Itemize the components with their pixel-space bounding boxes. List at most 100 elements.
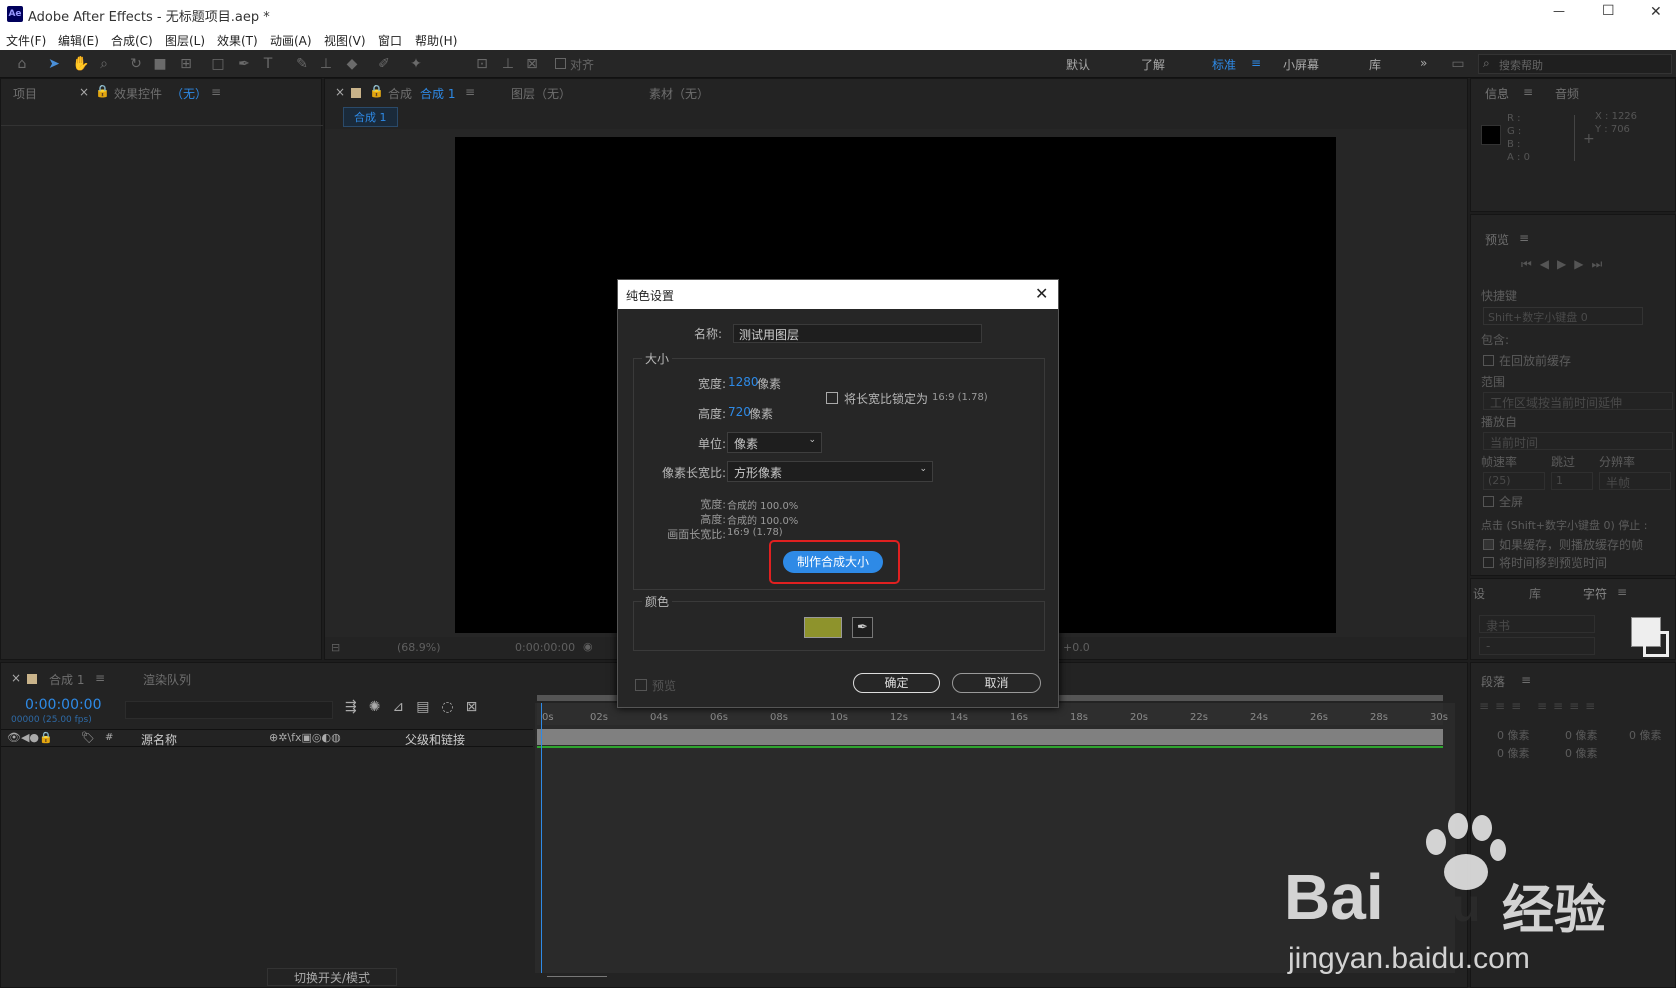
- lock-icon[interactable]: 🔒: [95, 84, 110, 98]
- cancel-button[interactable]: 取消: [952, 673, 1041, 693]
- range-select[interactable]: 工作区域按当前时间延伸: [1483, 392, 1673, 410]
- workspace-menu-icon[interactable]: ≡: [1251, 56, 1261, 70]
- tab-composition[interactable]: 合成: [388, 85, 412, 102]
- tab-timeline-comp[interactable]: 合成 1: [49, 671, 84, 688]
- tab-character[interactable]: 字符: [1583, 585, 1607, 602]
- camera-icon[interactable]: ◉: [583, 640, 593, 653]
- timeline-switch-icons[interactable]: ⇶✺⊿▤◌⊠: [345, 699, 489, 715]
- tab-render-queue[interactable]: 渲染队列: [143, 671, 191, 688]
- indent-right[interactable]: 0 像素: [1629, 727, 1662, 743]
- tab-footage[interactable]: 素材（无）: [649, 85, 709, 102]
- workspace-learn[interactable]: 了解: [1141, 56, 1165, 73]
- space-before[interactable]: 0 像素: [1497, 745, 1530, 761]
- help-search-input[interactable]: ⌕ 搜索帮助: [1478, 54, 1672, 74]
- puppet-tool-icon[interactable]: ✦: [408, 56, 424, 72]
- close-icon[interactable]: ×: [79, 85, 89, 99]
- resolution-select[interactable]: 半帧: [1599, 472, 1671, 490]
- layer-search-input[interactable]: [125, 701, 333, 719]
- roto-brush-tool-icon[interactable]: ✐: [376, 56, 392, 72]
- menu-edit[interactable]: 编辑(E): [58, 32, 99, 49]
- tab-audio[interactable]: 音频: [1555, 85, 1579, 102]
- menu-view[interactable]: 视图(V): [324, 32, 366, 49]
- eyedropper-icon[interactable]: ✒: [852, 617, 873, 638]
- clone-stamp-tool-icon[interactable]: ⊥: [318, 56, 334, 72]
- panel-menu-icon[interactable]: ≡: [1521, 673, 1531, 687]
- pixel-aspect-select[interactable]: 方形像素 ⌄: [727, 461, 933, 482]
- current-time-indicator[interactable]: [541, 703, 542, 973]
- label-icon[interactable]: 🏷: [81, 731, 95, 744]
- close-button[interactable]: ✕: [1650, 4, 1662, 20]
- preview-checkbox[interactable]: [635, 679, 647, 691]
- snapshot-icon[interactable]: ⊟: [331, 641, 340, 654]
- axis-world-icon[interactable]: ⊥: [500, 56, 516, 72]
- menu-animation[interactable]: 动画(A): [270, 32, 312, 49]
- layer-duration-bar[interactable]: [537, 729, 1443, 745]
- panel-menu-icon[interactable]: ≡: [95, 671, 105, 685]
- tab-layer[interactable]: 图层（无）: [511, 85, 571, 102]
- tab-library[interactable]: 库: [1529, 585, 1541, 602]
- indent-first[interactable]: 0 像素: [1565, 727, 1598, 743]
- lock-aspect-checkbox[interactable]: [826, 392, 838, 404]
- zoom-slider[interactable]: [547, 976, 607, 977]
- viewer-timecode[interactable]: 0:00:00:00: [515, 641, 575, 654]
- maximize-button[interactable]: ☐: [1602, 3, 1615, 19]
- visibility-icons[interactable]: 👁◀●🔒: [7, 731, 53, 744]
- comp-flow-tag[interactable]: 合成 1: [343, 107, 398, 127]
- zoom-level[interactable]: (68.9%): [397, 641, 441, 654]
- cache-frames-checkbox[interactable]: [1483, 539, 1494, 550]
- pen-tool-icon[interactable]: ✒: [236, 56, 252, 72]
- tab-settings[interactable]: 设: [1473, 585, 1485, 602]
- eraser-tool-icon[interactable]: ◆: [344, 56, 360, 72]
- axis-local-icon[interactable]: ⊡: [474, 56, 490, 72]
- tab-composition-name[interactable]: 合成 1: [420, 85, 455, 102]
- ok-button[interactable]: 确定: [853, 673, 940, 693]
- lock-icon[interactable]: 🔒: [369, 84, 384, 98]
- menu-composition[interactable]: 合成(C): [111, 32, 153, 49]
- zoom-tool-icon[interactable]: ⌕: [96, 56, 112, 72]
- menu-effect[interactable]: 效果(T): [217, 32, 258, 49]
- units-select[interactable]: 像素 ⌄: [727, 432, 822, 453]
- tab-project[interactable]: 项目: [13, 85, 37, 102]
- minimize-button[interactable]: —: [1553, 4, 1565, 18]
- panel-menu-icon[interactable]: ≡: [1523, 85, 1533, 99]
- menu-layer[interactable]: 图层(L): [165, 32, 205, 49]
- panel-menu-icon[interactable]: ≡: [211, 85, 221, 99]
- workspace-library[interactable]: 库: [1369, 56, 1381, 73]
- panel-menu-icon[interactable]: ≡: [465, 85, 475, 99]
- align-buttons[interactable]: ≡≡≡ ≡≡≡≡: [1479, 699, 1601, 713]
- fullscreen-checkbox[interactable]: [1483, 496, 1494, 507]
- move-time-checkbox[interactable]: [1483, 557, 1494, 568]
- height-value[interactable]: 720: [728, 405, 751, 419]
- workspace-small-screen[interactable]: 小屏幕: [1283, 56, 1319, 73]
- more-workspaces-icon[interactable]: »: [1420, 56, 1427, 70]
- menu-file[interactable]: 文件(F): [6, 32, 46, 49]
- tab-effect-controls[interactable]: 效果控件: [114, 85, 162, 102]
- framerate-select[interactable]: (25): [1483, 472, 1545, 490]
- timeline-timecode[interactable]: 0:00:00:00: [25, 697, 102, 713]
- pan-behind-tool-icon[interactable]: ⊞: [178, 56, 194, 72]
- font-select[interactable]: 隶书: [1479, 615, 1595, 633]
- rectangle-tool-icon[interactable]: □: [210, 56, 226, 72]
- close-icon[interactable]: ×: [335, 85, 345, 99]
- tab-preview[interactable]: 预览: [1485, 231, 1509, 248]
- panel-menu-icon[interactable]: ≡: [1617, 585, 1627, 599]
- panel-menu-icon[interactable]: ≡: [1519, 231, 1529, 245]
- type-tool-icon[interactable]: T: [260, 56, 276, 72]
- space-after[interactable]: 0 像素: [1565, 745, 1598, 761]
- close-icon[interactable]: ×: [11, 671, 21, 685]
- selection-tool-icon[interactable]: ➤: [46, 56, 62, 72]
- toggle-switches-button[interactable]: 切换开关/模式: [267, 968, 397, 986]
- workspace-standard[interactable]: 标准: [1212, 56, 1236, 73]
- hand-tool-icon[interactable]: ✋: [72, 56, 89, 72]
- align-checkbox[interactable]: [555, 58, 566, 69]
- cache-checkbox[interactable]: [1483, 355, 1494, 366]
- make-comp-size-button[interactable]: 制作合成大小: [783, 551, 883, 573]
- playback-controls[interactable]: ⏮◀▶▶⏭: [1521, 257, 1610, 272]
- home-icon[interactable]: ⌂: [14, 56, 30, 72]
- sync-icon[interactable]: ▭: [1450, 56, 1466, 72]
- dialog-close-icon[interactable]: ✕: [1035, 284, 1048, 303]
- workspace-default[interactable]: 默认: [1066, 56, 1090, 73]
- style-select[interactable]: -: [1479, 637, 1595, 655]
- stroke-color-swatch[interactable]: [1643, 631, 1669, 657]
- name-input[interactable]: 测试用图层: [733, 324, 982, 343]
